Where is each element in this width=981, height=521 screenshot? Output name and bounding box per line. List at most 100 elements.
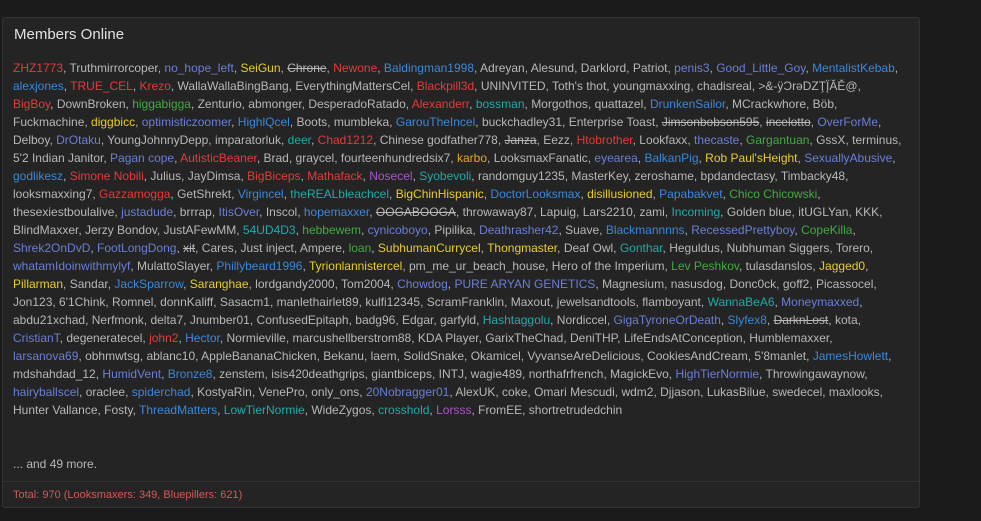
member-link[interactable]: HumidVent: [102, 367, 161, 381]
member-link[interactable]: Brad: [264, 151, 289, 165]
member-link[interactable]: Lapuig: [540, 205, 576, 219]
member-link[interactable]: BigChinHispanic: [396, 187, 484, 201]
member-link[interactable]: optimisticzoomer: [142, 115, 231, 129]
member-link[interactable]: bossman: [476, 97, 525, 111]
member-link[interactable]: donnKaliff: [160, 295, 213, 309]
member-link[interactable]: terminus: [852, 133, 898, 147]
member-link[interactable]: GssX: [816, 133, 845, 147]
member-link[interactable]: Baldingman1998: [384, 61, 474, 75]
member-link[interactable]: oraclee: [86, 385, 125, 399]
member-link[interactable]: ZHZ1773: [13, 61, 63, 75]
member-link[interactable]: Gargantuan: [746, 133, 809, 147]
member-link[interactable]: Blackmannnns: [606, 223, 685, 237]
member-link[interactable]: looksmaxxing7: [13, 187, 92, 201]
member-link[interactable]: Moneymaxxed: [781, 295, 859, 309]
member-link[interactable]: Janza: [505, 133, 537, 147]
member-link[interactable]: DoctorLooksmax: [490, 187, 580, 201]
member-link[interactable]: HighTierNormie: [675, 367, 759, 381]
member-link[interactable]: badg96: [355, 313, 395, 327]
member-link[interactable]: FootLongDong: [97, 241, 176, 255]
member-link[interactable]: CopeKilla: [801, 223, 852, 237]
member-link[interactable]: Sasacm1: [220, 295, 270, 309]
member-link[interactable]: EverythingMattersCel: [295, 79, 410, 93]
member-link[interactable]: Sandar: [70, 277, 108, 291]
member-link[interactable]: abmonger: [248, 97, 301, 111]
member-link[interactable]: Jnumber01: [190, 313, 250, 327]
member-link[interactable]: MagickEvo: [610, 367, 669, 381]
member-link[interactable]: PURE ARYAN GENETICS: [454, 277, 595, 291]
member-link[interactable]: KDA Player: [418, 331, 479, 345]
member-link[interactable]: Chinese godfather778: [380, 133, 498, 147]
member-link[interactable]: penis3: [674, 61, 709, 75]
member-link[interactable]: Fosty: [104, 403, 132, 417]
member-link[interactable]: eyearea: [594, 151, 637, 165]
member-link[interactable]: Böb: [813, 97, 834, 111]
member-link[interactable]: DarknLost: [774, 313, 829, 327]
member-link[interactable]: RecessedPrettyboy: [691, 223, 794, 237]
member-link[interactable]: WannaBeA6: [708, 295, 775, 309]
member-link[interactable]: Morgothos: [531, 97, 588, 111]
member-link[interactable]: hopemaxxer: [304, 205, 369, 219]
member-link[interactable]: Normieville: [227, 331, 286, 345]
member-link[interactable]: Chico Chicowski: [729, 187, 817, 201]
member-link[interactable]: Magnesium: [602, 277, 664, 291]
member-link[interactable]: Bekanu: [323, 349, 364, 363]
member-link[interactable]: Nerfmonk: [92, 313, 144, 327]
member-link[interactable]: Boots: [297, 115, 328, 129]
member-link[interactable]: Virgincel: [238, 187, 284, 201]
member-link[interactable]: whatamIdoinwithmylyf: [13, 259, 130, 273]
member-link[interactable]: Krezo: [140, 79, 171, 93]
member-link[interactable]: CookiesAndCream: [647, 349, 748, 363]
member-link[interactable]: Htobrother: [577, 133, 633, 147]
member-link[interactable]: AutisticBeaner: [180, 151, 257, 165]
member-link[interactable]: shortretrudedchin: [529, 403, 622, 417]
member-link[interactable]: Fuckmachine: [13, 115, 84, 129]
member-link[interactable]: Julius: [150, 169, 181, 183]
member-link[interactable]: john2: [149, 331, 178, 345]
member-link[interactable]: GetShrekt: [177, 187, 231, 201]
member-link[interactable]: >&-ÿƆrǝDZŢĮ̈ĂĚ@: [758, 79, 857, 93]
member-link[interactable]: AppleBananaChicken: [201, 349, 316, 363]
member-link[interactable]: Suave: [565, 223, 599, 237]
member-link[interactable]: Deathrasher42: [479, 223, 558, 237]
member-link[interactable]: JackSparrow: [114, 277, 183, 291]
member-link[interactable]: BigBiceps: [247, 169, 300, 183]
member-link[interactable]: Jimsonbobson595: [662, 115, 759, 129]
member-link[interactable]: CristianT: [13, 331, 60, 345]
member-link[interactable]: GarouTheIncel: [396, 115, 475, 129]
member-link[interactable]: 6'1Chink: [59, 295, 105, 309]
member-link[interactable]: coke: [502, 385, 527, 399]
member-link[interactable]: giantbiceps: [371, 367, 432, 381]
member-link[interactable]: throwaway87: [463, 205, 534, 219]
member-link[interactable]: Deaf Owl: [564, 241, 613, 255]
member-link[interactable]: goff2: [783, 277, 809, 291]
member-link[interactable]: Okamicel: [471, 349, 521, 363]
member-link[interactable]: LukasBilue: [707, 385, 766, 399]
member-link[interactable]: BalkanPig: [644, 151, 698, 165]
member-link[interactable]: swedecel: [772, 385, 822, 399]
member-link[interactable]: Jerzy Bondov: [85, 223, 157, 237]
member-link[interactable]: lordgandy2000: [255, 277, 334, 291]
member-link[interactable]: Lorsss: [436, 403, 471, 417]
member-link[interactable]: GarixTheChad: [485, 331, 563, 345]
member-link[interactable]: MCrackwhore: [732, 97, 806, 111]
member-link[interactable]: Torero: [836, 241, 870, 255]
member-link[interactable]: SolidSnake: [403, 349, 464, 363]
member-link[interactable]: LifeEndsAtConception: [624, 331, 743, 345]
member-link[interactable]: only_ons: [311, 385, 359, 399]
member-link[interactable]: maxlooks: [829, 385, 880, 399]
member-link[interactable]: laem: [371, 349, 397, 363]
member-link[interactable]: DeniTHP: [570, 331, 617, 345]
member-link[interactable]: MulattoSlayer: [137, 259, 210, 273]
member-link[interactable]: TRUE_CEL: [70, 79, 133, 93]
member-link[interactable]: brrrap: [180, 205, 212, 219]
member-link[interactable]: DrOtaku: [56, 133, 101, 147]
member-link[interactable]: Timbacky48: [781, 169, 845, 183]
member-link[interactable]: disillusioned: [587, 187, 652, 201]
member-link[interactable]: BigBoy: [13, 97, 50, 111]
member-link[interactable]: Hero of the Imperium: [552, 259, 665, 273]
member-link[interactable]: abdu21xchad: [13, 313, 85, 327]
member-link[interactable]: Thongmaster: [487, 241, 557, 255]
member-link[interactable]: Nosecel: [369, 169, 412, 183]
member-link[interactable]: Pipilika: [434, 223, 472, 237]
